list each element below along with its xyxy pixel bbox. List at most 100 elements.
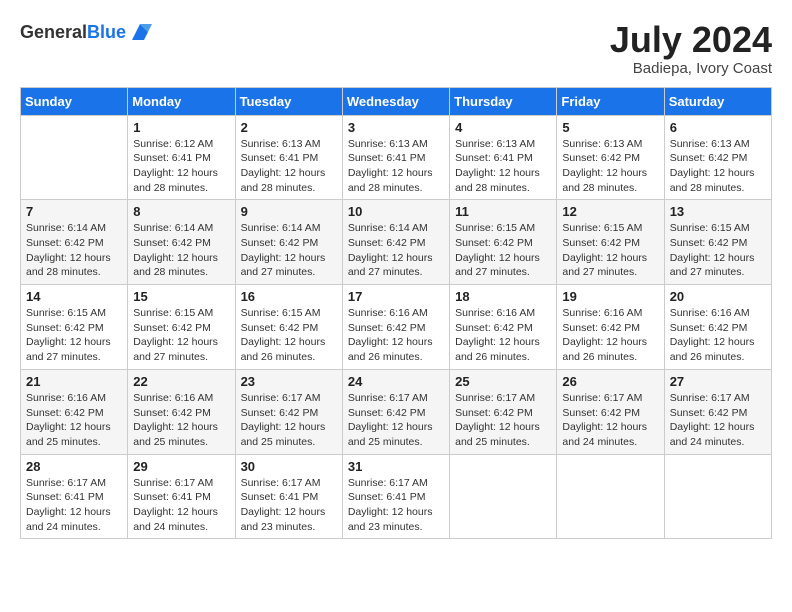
calendar-table: Sunday Monday Tuesday Wednesday Thursday… [20, 87, 772, 540]
day-info: Sunrise: 6:13 AMSunset: 6:42 PMDaylight:… [670, 137, 766, 196]
day-number: 25 [455, 374, 551, 389]
day-number: 8 [133, 204, 229, 219]
day-number: 5 [562, 120, 658, 135]
day-number: 22 [133, 374, 229, 389]
day-info: Sunrise: 6:15 AMSunset: 6:42 PMDaylight:… [26, 306, 122, 365]
day-number: 9 [241, 204, 337, 219]
day-info: Sunrise: 6:14 AMSunset: 6:42 PMDaylight:… [241, 221, 337, 280]
day-number: 20 [670, 289, 766, 304]
day-number: 29 [133, 459, 229, 474]
calendar-day-cell: 12 Sunrise: 6:15 AMSunset: 6:42 PMDayligh… [557, 200, 664, 285]
header-tuesday: Tuesday [235, 87, 342, 115]
day-info: Sunrise: 6:15 AMSunset: 6:42 PMDaylight:… [133, 306, 229, 365]
weekday-header-row: Sunday Monday Tuesday Wednesday Thursday… [21, 87, 772, 115]
calendar-week-row: 28 Sunrise: 6:17 AMSunset: 6:41 PMDayligh… [21, 454, 772, 539]
day-info: Sunrise: 6:15 AMSunset: 6:42 PMDaylight:… [455, 221, 551, 280]
day-info: Sunrise: 6:17 AMSunset: 6:42 PMDaylight:… [241, 391, 337, 450]
calendar-week-row: 1 Sunrise: 6:12 AMSunset: 6:41 PMDaylight… [21, 115, 772, 200]
day-number: 31 [348, 459, 444, 474]
calendar-day-cell: 9 Sunrise: 6:14 AMSunset: 6:42 PMDaylight… [235, 200, 342, 285]
header-wednesday: Wednesday [342, 87, 449, 115]
day-info: Sunrise: 6:14 AMSunset: 6:42 PMDaylight:… [26, 221, 122, 280]
day-info: Sunrise: 6:13 AMSunset: 6:41 PMDaylight:… [241, 137, 337, 196]
day-number: 7 [26, 204, 122, 219]
day-number: 13 [670, 204, 766, 219]
calendar-body: 1 Sunrise: 6:12 AMSunset: 6:41 PMDaylight… [21, 115, 772, 539]
day-info: Sunrise: 6:17 AMSunset: 6:41 PMDaylight:… [348, 476, 444, 535]
header-thursday: Thursday [450, 87, 557, 115]
logo-icon [128, 20, 152, 44]
calendar-day-cell: 2 Sunrise: 6:13 AMSunset: 6:41 PMDaylight… [235, 115, 342, 200]
calendar-day-cell: 19 Sunrise: 6:16 AMSunset: 6:42 PMDayligh… [557, 285, 664, 370]
day-number: 24 [348, 374, 444, 389]
day-number: 28 [26, 459, 122, 474]
calendar-day-cell: 30 Sunrise: 6:17 AMSunset: 6:41 PMDayligh… [235, 454, 342, 539]
day-info: Sunrise: 6:13 AMSunset: 6:41 PMDaylight:… [455, 137, 551, 196]
calendar-day-cell: 25Sunrise: 6:17 AMSunset: 6:42 PMDayligh… [450, 369, 557, 454]
day-info: Sunrise: 6:14 AMSunset: 6:42 PMDaylight:… [348, 221, 444, 280]
day-number: 16 [241, 289, 337, 304]
day-info: Sunrise: 6:13 AMSunset: 6:41 PMDaylight:… [348, 137, 444, 196]
calendar-day-cell: 24 Sunrise: 6:17 AMSunset: 6:42 PMDayligh… [342, 369, 449, 454]
day-info: Sunrise: 6:17 AMSunset: 6:42 PMDaylight:… [562, 391, 658, 450]
day-number: 26 [562, 374, 658, 389]
header-monday: Monday [128, 87, 235, 115]
day-number: 4 [455, 120, 551, 135]
header-sunday: Sunday [21, 87, 128, 115]
header-saturday: Saturday [664, 87, 771, 115]
day-number: 21 [26, 374, 122, 389]
day-info: Sunrise: 6:16 AMSunset: 6:42 PMDaylight:… [670, 306, 766, 365]
calendar-day-cell: 21 Sunrise: 6:16 AMSunset: 6:42 PMDayligh… [21, 369, 128, 454]
calendar-day-cell: 3 Sunrise: 6:13 AMSunset: 6:41 PMDaylight… [342, 115, 449, 200]
day-number: 2 [241, 120, 337, 135]
day-number: 17 [348, 289, 444, 304]
calendar-day-cell: 22 Sunrise: 6:16 AMSunset: 6:42 PMDayligh… [128, 369, 235, 454]
day-number: 10 [348, 204, 444, 219]
title-section: July 2024 Badiepa, Ivory Coast [610, 20, 772, 77]
calendar-day-cell: 7 Sunrise: 6:14 AMSunset: 6:42 PMDaylight… [21, 200, 128, 285]
day-number: 3 [348, 120, 444, 135]
day-info: Sunrise: 6:15 AMSunset: 6:42 PMDaylight:… [241, 306, 337, 365]
day-number: 1 [133, 120, 229, 135]
day-number: 27 [670, 374, 766, 389]
calendar-day-cell: 18Sunrise: 6:16 AMSunset: 6:42 PMDayligh… [450, 285, 557, 370]
day-info: Sunrise: 6:16 AMSunset: 6:42 PMDaylight:… [455, 306, 551, 365]
day-info: Sunrise: 6:17 AMSunset: 6:42 PMDaylight:… [670, 391, 766, 450]
day-number: 30 [241, 459, 337, 474]
day-info: Sunrise: 6:16 AMSunset: 6:42 PMDaylight:… [133, 391, 229, 450]
day-info: Sunrise: 6:14 AMSunset: 6:42 PMDaylight:… [133, 221, 229, 280]
day-number: 14 [26, 289, 122, 304]
day-number: 6 [670, 120, 766, 135]
calendar-header: Sunday Monday Tuesday Wednesday Thursday… [21, 87, 772, 115]
day-info: Sunrise: 6:12 AMSunset: 6:41 PMDaylight:… [133, 137, 229, 196]
calendar-day-cell: 4 Sunrise: 6:13 AMSunset: 6:41 PMDaylight… [450, 115, 557, 200]
calendar-day-cell: 27 Sunrise: 6:17 AMSunset: 6:42 PMDayligh… [664, 369, 771, 454]
day-info: Sunrise: 6:16 AMSunset: 6:42 PMDaylight:… [348, 306, 444, 365]
header-friday: Friday [557, 87, 664, 115]
day-info: Sunrise: 6:17 AMSunset: 6:41 PMDaylight:… [133, 476, 229, 535]
calendar-week-row: 14 Sunrise: 6:15 AMSunset: 6:42 PMDayligh… [21, 285, 772, 370]
calendar-day-cell: 8 Sunrise: 6:14 AMSunset: 6:42 PMDaylight… [128, 200, 235, 285]
calendar-week-row: 7 Sunrise: 6:14 AMSunset: 6:42 PMDaylight… [21, 200, 772, 285]
day-info: Sunrise: 6:15 AMSunset: 6:42 PMDaylight:… [562, 221, 658, 280]
day-info: Sunrise: 6:16 AMSunset: 6:42 PMDaylight:… [562, 306, 658, 365]
day-info: Sunrise: 6:13 AMSunset: 6:42 PMDaylight:… [562, 137, 658, 196]
calendar-day-cell [664, 454, 771, 539]
location-subtitle: Badiepa, Ivory Coast [610, 60, 772, 77]
day-number: 11 [455, 204, 551, 219]
calendar-day-cell: 16 Sunrise: 6:15 AMSunset: 6:42 PMDayligh… [235, 285, 342, 370]
day-info: Sunrise: 6:17 AMSunset: 6:42 PMDaylight:… [348, 391, 444, 450]
calendar-day-cell: 14 Sunrise: 6:15 AMSunset: 6:42 PMDayligh… [21, 285, 128, 370]
calendar-day-cell: 20 Sunrise: 6:16 AMSunset: 6:42 PMDayligh… [664, 285, 771, 370]
day-info: Sunrise: 6:17 AMSunset: 6:41 PMDaylight:… [241, 476, 337, 535]
calendar-day-cell: 10 Sunrise: 6:14 AMSunset: 6:42 PMDayligh… [342, 200, 449, 285]
calendar-day-cell: 31 Sunrise: 6:17 AMSunset: 6:41 PMDayligh… [342, 454, 449, 539]
day-number: 19 [562, 289, 658, 304]
day-info: Sunrise: 6:15 AMSunset: 6:42 PMDaylight:… [670, 221, 766, 280]
day-info: Sunrise: 6:16 AMSunset: 6:42 PMDaylight:… [26, 391, 122, 450]
day-number: 12 [562, 204, 658, 219]
calendar-day-cell: 13 Sunrise: 6:15 AMSunset: 6:42 PMDayligh… [664, 200, 771, 285]
calendar-day-cell: 5 Sunrise: 6:13 AMSunset: 6:42 PMDaylight… [557, 115, 664, 200]
calendar-day-cell: 1 Sunrise: 6:12 AMSunset: 6:41 PMDaylight… [128, 115, 235, 200]
month-year-title: July 2024 [610, 20, 772, 60]
